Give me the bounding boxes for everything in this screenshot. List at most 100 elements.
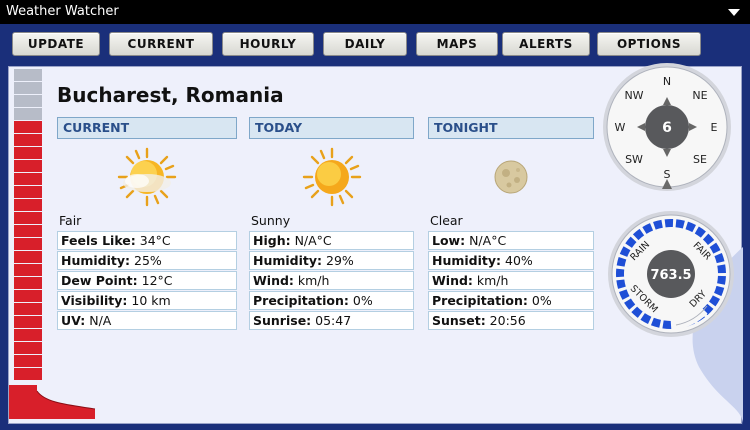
dew-point-row: Dew Point: 12°C (57, 271, 237, 290)
today-humidity-row: Humidity: 29% (249, 251, 414, 270)
dew-point-label: Dew Point: (61, 273, 138, 288)
tonight-humidity-value: 40% (501, 253, 533, 268)
tonight-wind-row: Wind: km/h (428, 271, 594, 290)
thermometer-fill-segment (14, 355, 42, 367)
tonight-heading: TONIGHT (428, 117, 594, 139)
alerts-button[interactable]: ALERTS (502, 32, 590, 56)
high-value: N/A°C (290, 233, 332, 248)
thermometer-fill-segment (14, 212, 42, 224)
today-condition: Sunny (251, 213, 291, 228)
today-column: TODAY Sunny High: N/A°C Humidity: 29% Wi… (249, 117, 414, 331)
thermometer-empty-segment (14, 69, 42, 81)
location-title: Bucharest, Romania (57, 83, 284, 107)
dropdown-arrow-icon[interactable] (728, 9, 740, 16)
thermometer-fill-segment (14, 160, 42, 172)
current-button[interactable]: CURRENT (109, 32, 213, 56)
feels-like-row: Feels Like: 34°C (57, 231, 237, 250)
thermometer-bulb (9, 385, 96, 419)
update-button[interactable]: UPDATE (12, 32, 100, 56)
thermometer-empty-segment (14, 108, 42, 120)
wind-compass: N NE E SE S SW W NW 6 (601, 61, 733, 193)
feels-like-value: 34°C (135, 233, 171, 248)
compass-n: N (663, 75, 671, 88)
compass-e: E (711, 121, 718, 134)
high-label: High: (253, 233, 291, 248)
tonight-precipitation-row: Precipitation: 0% (428, 291, 594, 310)
tonight-humidity-label: Humidity: (432, 253, 502, 268)
thermometer-fill-segment (14, 342, 42, 354)
thermometer-fill-segment (14, 264, 42, 276)
today-wind-row: Wind: km/h (249, 271, 414, 290)
tonight-precipitation-label: Precipitation: (432, 293, 528, 308)
sunset-row: Sunset: 20:56 (428, 311, 594, 330)
thermometer-fill-segment (14, 303, 42, 315)
sunrise-row: Sunrise: 05:47 (249, 311, 414, 330)
current-heading: CURRENT (57, 117, 237, 139)
tonight-humidity-row: Humidity: 40% (428, 251, 594, 270)
high-row: High: N/A°C (249, 231, 414, 250)
dew-point-value: 12°C (137, 273, 173, 288)
weather-panel: Bucharest, Romania CURRENT Fair Feels Li… (8, 63, 743, 425)
sunrise-value: 05:47 (311, 313, 352, 328)
moon-icon (428, 147, 594, 209)
thermometer-empty-segment (14, 82, 42, 94)
thermometer-fill-segment (14, 121, 42, 133)
visibility-label: Visibility: (61, 293, 128, 308)
daily-button[interactable]: DAILY (323, 32, 407, 56)
tonight-precipitation-value: 0% (527, 293, 552, 308)
sun-icon (249, 147, 414, 209)
today-precipitation-row: Precipitation: 0% (249, 291, 414, 310)
compass-se: SE (693, 153, 707, 166)
thermometer-fill-segment (14, 199, 42, 211)
tonight-column: TONIGHT Clear Low: N/A°C Humidity: 40% W… (428, 117, 594, 331)
thermometer-fill-segment (14, 134, 42, 146)
thermometer-fill-segment (14, 225, 42, 237)
tonight-condition: Clear (430, 213, 463, 228)
uv-row: UV: N/A (57, 311, 237, 330)
app-window: Weather Watcher UPDATE CURRENT HOURLY DA… (0, 0, 750, 430)
today-wind-value: km/h (293, 273, 330, 288)
compass-s: S (664, 168, 671, 181)
compass-nw: NW (624, 89, 643, 102)
tonight-wind-label: Wind: (432, 273, 473, 288)
current-condition: Fair (59, 213, 82, 228)
low-label: Low: (432, 233, 466, 248)
window-title: Weather Watcher (6, 4, 119, 19)
humidity-label: Humidity: (61, 253, 131, 268)
humidity-value: 25% (130, 253, 162, 268)
title-bar: Weather Watcher (0, 0, 750, 24)
tonight-details: Low: N/A°C Humidity: 40% Wind: km/h Prec… (428, 231, 594, 330)
toolbar: UPDATE CURRENT HOURLY DAILY MAPS ALERTS … (0, 24, 750, 62)
visibility-value: 10 km (127, 293, 171, 308)
today-precipitation-label: Precipitation: (253, 293, 349, 308)
sunrise-label: Sunrise: (253, 313, 312, 328)
humidity-row: Humidity: 25% (57, 251, 237, 270)
thermometer-fill-segment (14, 147, 42, 159)
today-wind-label: Wind: (253, 273, 294, 288)
low-value: N/A°C (465, 233, 507, 248)
thermometer (14, 69, 46, 425)
pressure-value: 763.5 (650, 268, 691, 283)
thermometer-fill-segment (14, 173, 42, 185)
thermometer-fill-segment (14, 238, 42, 250)
feels-like-label: Feels Like: (61, 233, 136, 248)
thermometer-fill-segment (14, 368, 42, 380)
tonight-wind-value: km/h (472, 273, 509, 288)
today-details: High: N/A°C Humidity: 29% Wind: km/h Pre… (249, 231, 414, 330)
today-heading: TODAY (249, 117, 414, 139)
barometer: RAIN FAIR STORM DRY 763.5 (606, 209, 736, 339)
maps-button[interactable]: MAPS (416, 32, 498, 56)
thermometer-fill-segment (14, 186, 42, 198)
thermometer-fill-segment (14, 316, 42, 328)
compass-sw: SW (625, 153, 643, 166)
options-button[interactable]: OPTIONS (597, 32, 701, 56)
uv-label: UV: (61, 313, 86, 328)
wind-speed-value: 6 (662, 120, 672, 136)
thermometer-fill-segment (14, 290, 42, 302)
sunset-value: 20:56 (485, 313, 526, 328)
current-column: CURRENT Fair Feels Like: 34°C Humidity: … (57, 117, 237, 331)
low-row: Low: N/A°C (428, 231, 594, 250)
today-humidity-label: Humidity: (253, 253, 323, 268)
hourly-button[interactable]: HOURLY (222, 32, 314, 56)
thermometer-fill-segment (14, 277, 42, 289)
